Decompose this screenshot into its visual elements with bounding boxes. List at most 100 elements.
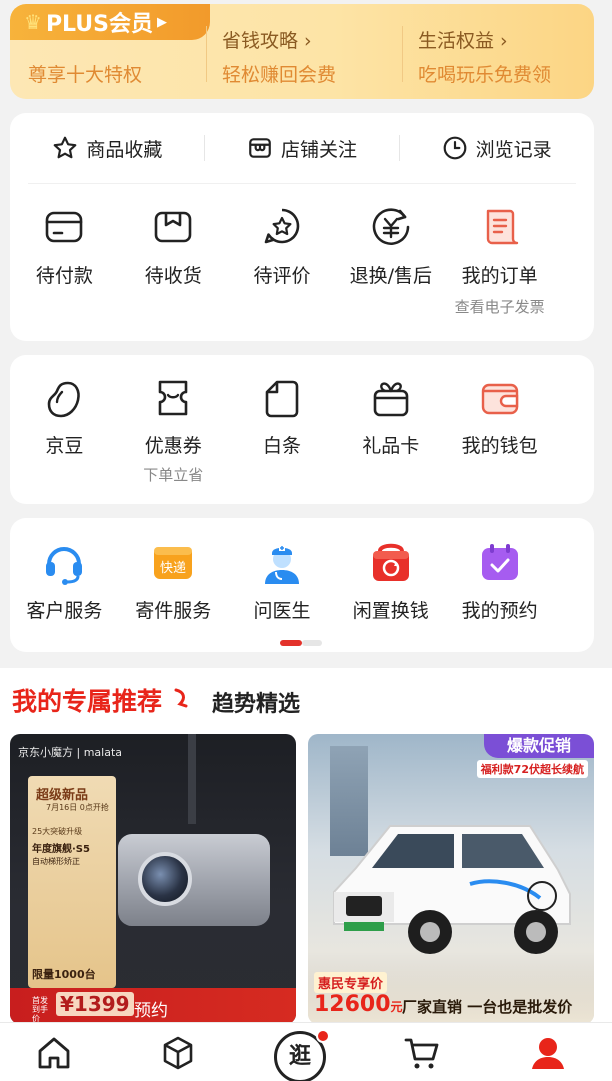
order-status-label: 待收货 [144,265,202,287]
product-quantity: 限量1000台 [32,968,96,981]
divider [28,183,576,184]
product-brand: 京东小魔方 | malata [18,746,123,759]
services-card: 客户服务 快递 寄件服务 问医生 闲置换钱 我的预约 [10,518,594,652]
my-orders[interactable]: 我的订单 查看电子发票 [445,205,554,317]
asset-jingdou[interactable]: 京豆 [10,377,119,485]
express-icon: 快递 [154,547,193,579]
clock-icon [443,136,467,160]
asset-baitiao[interactable]: 白条 [228,377,337,485]
order-status-label: 待付款 [35,265,93,287]
service-recycle[interactable]: 闲置换钱 [336,540,445,623]
service-label: 问医生 [253,600,311,622]
quick-link-follow-store[interactable]: 店铺关注 [205,113,400,183]
asset-label: 优惠券 [144,435,202,457]
product-price: 12600元 [314,992,403,1017]
bottom-tab-bar: 逛 [0,1022,612,1081]
services-grid: 客户服务 快递 寄件服务 问医生 闲置换钱 我的预约 [10,540,594,623]
plus-badge-label: PLUS会员 [45,12,154,37]
user-icon[interactable] [528,1033,568,1073]
service-express[interactable]: 快递 寄件服务 [119,540,228,623]
plus-item-desc: 轻松赚回会费 [222,64,337,86]
order-pending-payment[interactable]: 待付款 [10,205,119,317]
order-status-grid: 待付款 待收货 待评价 退换/售后 我的订单 查看电子发票 [10,205,594,317]
reserve-button[interactable]: 预约 [134,996,168,1021]
recycle-icon [372,543,409,581]
recommend-title[interactable]: 我的专属推荐 [12,682,162,718]
recommend-header: 我的专属推荐 趋势精选 [0,668,612,728]
crown-icon: ♛ [24,10,42,34]
order-status-label: 待评价 [253,265,311,287]
product-card[interactable]: 京东小魔方 | malata 超级新品 7月16日 0点开抢 25大突破升级 年… [10,734,296,1024]
home-icon[interactable] [34,1033,74,1073]
service-doctor[interactable]: 问医生 [228,540,337,623]
service-label: 闲置换钱 [352,600,429,622]
service-customer[interactable]: 客户服务 [10,540,119,623]
doctor-icon [264,545,299,584]
invoice-link[interactable]: 查看电子发票 [445,296,554,317]
cart-icon[interactable] [402,1033,442,1073]
headset-icon [46,547,83,585]
product-price: ¥1399 [56,992,134,1016]
coupon-icon [158,380,188,416]
baitiao-icon [265,380,299,418]
plus-subtitle: 尊享十大特权 [28,64,143,86]
plus-item-title[interactable]: 生活权益 › [418,26,508,53]
plus-item-title[interactable]: 省钱攻略 › [222,26,312,53]
asset-label: 京豆 [45,435,84,457]
review-star-icon [264,208,300,244]
plus-banner[interactable]: ♛ PLUS会员 ▶ 尊享十大特权 省钱攻略 › 轻松赚回会费 生活权益 › 吃… [10,4,594,99]
product-presale-label: 首发到手价 [32,996,48,1023]
service-reservation[interactable]: 我的预约 [445,540,554,623]
cube-icon[interactable] [158,1033,198,1073]
plus-item-desc: 吃喝玩乐免费领 [418,64,552,86]
promo-tag: 爆款促销 [484,734,594,758]
divider [402,26,403,82]
divider [204,135,205,161]
product-line: 年度旗舰·S5 [32,844,90,855]
order-refund[interactable]: 退换/售后 [336,205,445,317]
assets-grid: 京豆 优惠券 下单立省 白条 礼品卡 我的钱包 [10,377,594,485]
service-label: 寄件服务 [135,600,212,622]
page-indicator [280,640,324,646]
product-date: 7月16日 0点开抢 [46,803,109,812]
calendar-check-icon [481,544,518,580]
assets-card: 京豆 优惠券 下单立省 白条 礼品卡 我的钱包 [10,355,594,504]
product-slogan: 厂家直销 一台也是批发价 [402,998,573,1016]
asset-coupons[interactable]: 优惠券 下单立省 [119,377,228,485]
order-pending-review[interactable]: 待评价 [228,205,337,317]
promo-subtitle: 福利款72伏超长续航 [476,760,588,778]
quick-link-history[interactable]: 浏览记录 [399,113,594,183]
plus-badge[interactable]: ♛ PLUS会员 ▶ [10,4,210,40]
bean-icon [48,381,81,418]
quick-link-label: 浏览记录 [475,138,552,161]
quick-link-favorites[interactable]: 商品收藏 [10,113,205,183]
recommend-trend-tab[interactable]: 趋势精选 [212,686,300,718]
price-label: 惠民专享价 [314,972,388,993]
product-card[interactable]: 爆款促销 福利款72伏超长续航 惠民专享价 12600元 厂家直销 一台也是批发… [308,734,594,1024]
asset-sub-label: 下单立省 [143,466,204,484]
asset-label: 礼品卡 [362,435,420,457]
star-icon [53,136,77,159]
quick-links: 商品收藏 店铺关注 浏览记录 [10,113,594,183]
order-doc-icon [486,209,518,245]
order-pending-receipt[interactable]: 待收货 [119,205,228,317]
projector-lens [138,852,192,906]
chevron-right-icon: ▶ [157,14,168,30]
quick-link-label: 商品收藏 [86,138,163,161]
product-headline: 超级新品 [36,788,89,803]
asset-gift-card[interactable]: 礼品卡 [336,377,445,485]
orders-card: 商品收藏 店铺关注 浏览记录 待付款 待收货 待评价 退换/售后 我的订单 查看… [10,113,594,341]
product-line: 自动梯形矫正 [32,857,80,866]
notification-badge [316,1029,330,1043]
express-icon-text: 快递 [160,561,186,576]
car-image [333,825,571,954]
page-dot-active [280,640,302,646]
store-icon [249,138,271,158]
page-dot [302,640,322,646]
service-label: 我的预约 [461,600,538,622]
gift-card-icon [373,382,409,417]
order-status-label: 我的订单 [461,265,538,287]
package-box-icon [154,211,192,243]
asset-wallet[interactable]: 我的钱包 [445,377,554,485]
asset-label: 我的钱包 [461,435,538,457]
